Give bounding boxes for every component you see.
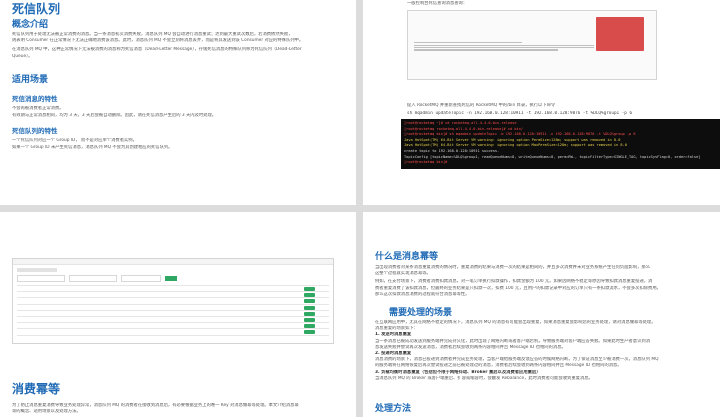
section-heading: 需要处理的场景 <box>389 308 453 318</box>
paragraph: 有效期与正常消息相同，均为 3 天，3 天后会被自动删除。因此，请在死信消息产生… <box>12 113 217 119</box>
document-page-1: 死信队列 概念介绍 死信队列用于处理无法被正常消费的消息。当一条消息初次消费失败… <box>0 0 356 205</box>
paragraph: 在消息队列 MQ 中，这种正常情况下无法被消费的消息称为死信消息（Dead-Le… <box>12 47 302 53</box>
document-page-2: 一般控制台死信查询消息查询： 提入 RocketMQ 并重新查找死信的 Rock… <box>363 0 720 205</box>
section-heading: 什么是消息幂等 <box>375 252 439 262</box>
caption: 一般控制台死信查询消息查询： <box>407 1 468 6</box>
row-action-button[interactable] <box>303 293 315 297</box>
console-screenshot <box>12 258 334 344</box>
row-action-button[interactable] <box>303 324 315 328</box>
table-row <box>17 328 329 336</box>
document-page-4: 什么是消息幂等 当出现消费者对某条消息重复消费的情况时，重复消费的结果与消费一次… <box>363 212 720 417</box>
paragraph: Queue）。 <box>12 53 33 59</box>
row-action-button[interactable] <box>303 318 315 322</box>
page-title: 死信队列 <box>12 2 61 16</box>
paragraph: 那么这次扣款消息消费的过程就符合消息幂等性。 <box>375 291 470 297</box>
row-action-button[interactable] <box>303 299 315 304</box>
message-table <box>17 285 329 336</box>
console-screenshot <box>407 10 657 80</box>
row-action-button[interactable] <box>303 311 315 316</box>
terminal-line: TopicConfig [topicName=%DLQ%group1, read… <box>404 154 701 159</box>
page-title: 消费幂等 <box>12 382 61 396</box>
terminal-output: [root@rocketmq ~]# cd rocketmq-all-4.4.0… <box>401 119 720 169</box>
red-popup <box>596 17 644 51</box>
command-text: sh mqadmin updateTopic -n 192.168.0.128:… <box>407 111 633 117</box>
subsection-heading: 死信队列的特性 <box>12 127 58 135</box>
paragraph: 当消息队列 MQ 的 Broker 或客户端重启、扩容或缩容时，会触发 Reba… <box>375 375 593 381</box>
paragraph: 如果一个 Group ID 未产生死信消息，消息队列 MQ 不会为其创建相应的死… <box>12 145 173 151</box>
paragraph: 费者重复消费了该扣款消息，但最终的业务结果是只扣款一次，扣费 100 元，且用户… <box>375 285 661 291</box>
row-action-button[interactable] <box>303 305 315 310</box>
section-heading: 处理方法 <box>375 404 412 414</box>
row-action-button[interactable] <box>303 330 315 335</box>
document-page-3: 消费幂等 为了防止消息重复消费导致业务处理异常，消息队列 MQ 的消费者在接收到… <box>0 212 356 417</box>
terminal-line: [root@rocketmq bin]# <box>404 160 448 165</box>
section-heading: 概念介绍 <box>12 20 49 30</box>
paragraph: 则表明 Consumer 在正常情况下无法正确地消费该消息。此时，消息队列 MQ… <box>12 38 304 44</box>
paragraph: 等的概念、适用场景以及处理方法。 <box>12 409 81 415</box>
subsection-heading: 死信消息的特性 <box>12 95 58 103</box>
row-action-button[interactable] <box>303 287 315 291</box>
section-heading: 适用场景 <box>12 75 49 85</box>
